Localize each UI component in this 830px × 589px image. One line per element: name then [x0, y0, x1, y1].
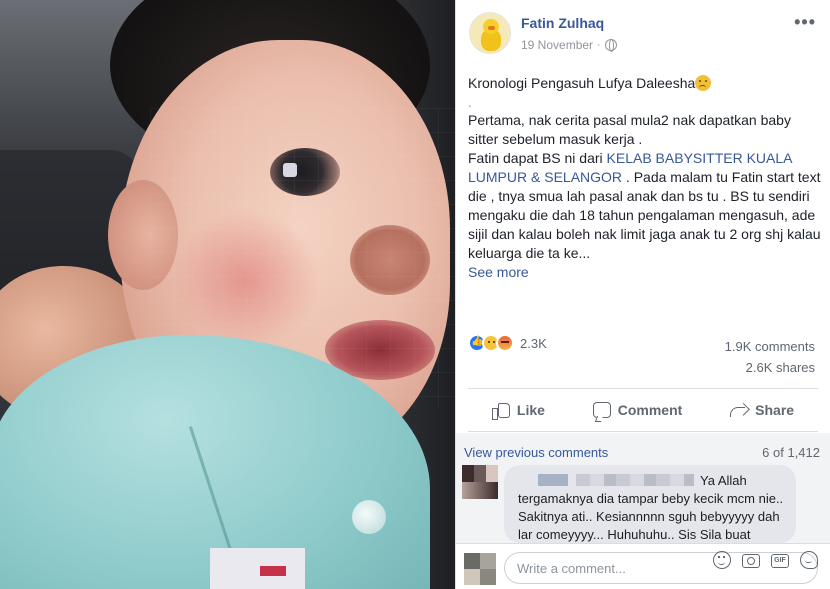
post-paragraph-1: Pertama, nak cerita pasal mula2 nak dapa… [468, 112, 791, 147]
more-options-icon[interactable]: ••• [794, 12, 816, 33]
see-more-link[interactable]: See more [468, 264, 529, 280]
post-header: Fatin Zulhaq 19 November · ••• [469, 12, 820, 56]
sad-face-icon [695, 75, 712, 91]
commenter-avatar[interactable] [462, 465, 498, 499]
gif-icon[interactable]: GIF [771, 554, 789, 568]
post-title: Kronologi Pengasuh Lufya Daleesha [468, 75, 696, 91]
comment-bubble: Ya Allah tergamaknya dia tampar beby kec… [504, 465, 796, 543]
smile-icon[interactable] [713, 551, 731, 569]
duck-beak [488, 26, 495, 30]
meta-separator: · [597, 39, 601, 51]
like-label: Like [516, 402, 545, 418]
author-avatar[interactable] [469, 12, 511, 54]
previous-comments-row: View previous comments 6 of 1,412 [464, 445, 820, 460]
shirt-button [352, 500, 386, 534]
post-meta: 19 November · [521, 38, 617, 52]
comments-pagination: 6 of 1,412 [762, 445, 820, 460]
comment-bubble-icon [592, 402, 611, 418]
facebook-post: Fatin Zulhaq 19 November · ••• Kronologi… [455, 0, 830, 589]
engagement-counts: 1.9K comments 2.6K shares [725, 336, 815, 378]
globe-icon[interactable] [604, 39, 617, 52]
comments-section: View previous comments 6 of 1,412 Ya All… [456, 433, 830, 589]
share-label: Share [755, 402, 795, 418]
sticker-icon[interactable] [800, 551, 818, 569]
camera-icon[interactable] [742, 554, 760, 568]
current-user-avatar [464, 553, 496, 585]
post-paragraph-2: Fatin dapat BS ni dari KELAB BABYSITTER … [468, 149, 823, 263]
redacted-commenter-name[interactable] [538, 474, 568, 486]
share-arrow-icon [730, 402, 748, 418]
comment-placeholder: Write a comment... [517, 560, 626, 576]
post-title-line: Kronologi Pengasuh Lufya Daleesha [468, 74, 823, 93]
share-button[interactable]: Share [730, 402, 794, 418]
reaction-count: 2.3K [520, 335, 547, 351]
post-photo[interactable] [0, 0, 455, 589]
author-name[interactable]: Fatin Zulhaq [521, 15, 604, 31]
shirt-label [210, 548, 305, 589]
post-date[interactable]: 19 November [521, 38, 593, 52]
thumbs-up-icon [491, 401, 510, 420]
comments-count[interactable]: 1.9K comments [725, 336, 815, 357]
paragraph-2-prefix: Fatin dapat BS ni dari [468, 150, 607, 166]
comment-label: Comment [617, 402, 683, 418]
comment-input-icons: GIF [713, 551, 818, 569]
view-previous-comments-link[interactable]: View previous comments [464, 445, 608, 460]
action-bar: Like Comment Share [468, 388, 818, 432]
redacted-name-block [576, 474, 694, 486]
angry-reaction-icon [496, 334, 514, 352]
reactions-summary[interactable]: 2.3K [468, 334, 547, 352]
like-button[interactable]: Like [491, 401, 545, 420]
shares-count[interactable]: 2.6K shares [725, 357, 815, 378]
comment-button[interactable]: Comment [592, 402, 683, 418]
post-body: Kronologi Pengasuh Lufya Daleesha . Pert… [468, 74, 823, 282]
post-divider: . [468, 94, 472, 110]
write-comment-row: Write a comment... GIF [456, 543, 830, 589]
